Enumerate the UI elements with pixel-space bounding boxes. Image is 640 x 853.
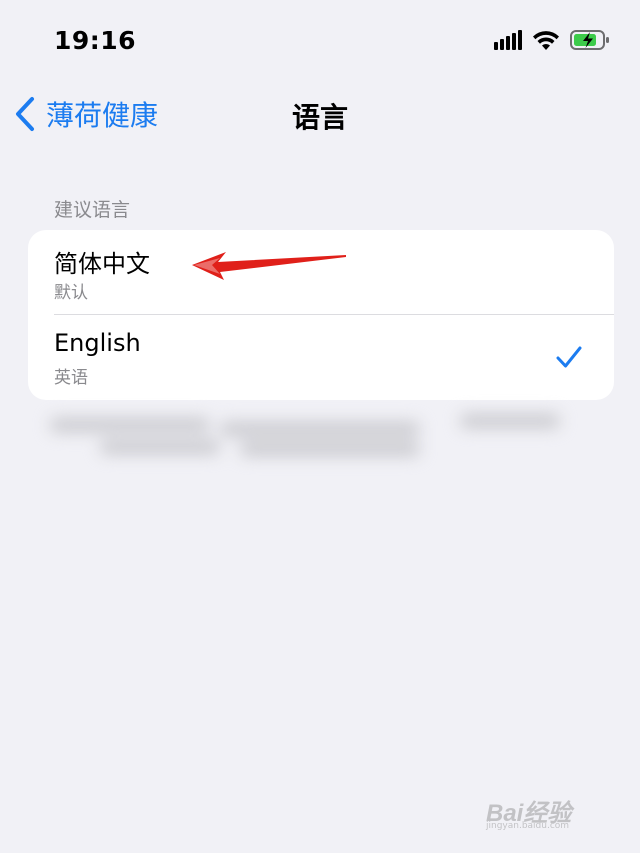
- baidu-watermark: Bai经验 jingyan.baidu.com: [486, 793, 606, 833]
- blurred-region: [40, 408, 580, 464]
- battery-charging-icon: [570, 30, 609, 50]
- language-subtitle: 默认: [54, 283, 88, 303]
- watermark-sub: jingyan.baidu.com: [486, 821, 570, 831]
- wifi-icon: [533, 31, 559, 50]
- language-row-simplified-chinese[interactable]: 简体中文 默认: [28, 230, 614, 315]
- navigation-bar: 薄荷健康 语言: [0, 80, 640, 146]
- page-title: 语言: [291, 101, 348, 134]
- language-title: 简体中文: [54, 250, 150, 278]
- language-list: 简体中文 默认 English 英语: [28, 230, 614, 400]
- language-row-english[interactable]: English 英语: [28, 315, 614, 400]
- cellular-signal-icon: [494, 30, 522, 50]
- status-time: 19:16: [54, 26, 137, 55]
- language-title: English: [54, 329, 141, 357]
- status-bar: 19:16: [0, 0, 640, 80]
- checkmark-icon: [556, 346, 582, 368]
- status-icons: [494, 29, 610, 51]
- language-subtitle: 英语: [54, 368, 88, 388]
- section-header: 建议语言: [54, 199, 131, 221]
